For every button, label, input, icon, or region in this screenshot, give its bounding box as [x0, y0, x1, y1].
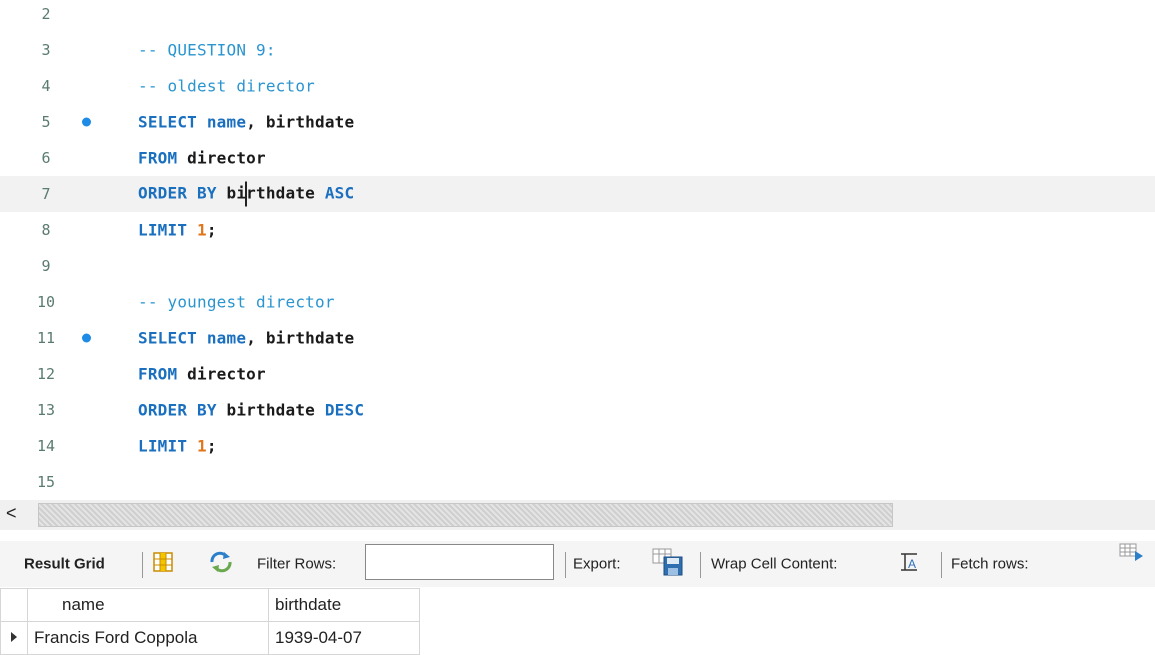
- code-line[interactable]: 5 SELECT name, birthdate: [0, 104, 1155, 140]
- code-token: ;: [206, 436, 217, 456]
- code-token: name: [206, 112, 247, 132]
- line-number: 13: [36, 401, 56, 419]
- line-number: 8: [41, 221, 51, 239]
- toolbar-separator: [565, 552, 566, 578]
- sql-editor[interactable]: 2 3 -- QUESTION 9: 4 -- oldest director 5 SELE…: [0, 0, 1155, 497]
- code-token: 1: [197, 220, 207, 240]
- code-line[interactable]: 9: [0, 248, 1155, 284]
- code-text: ORDER BY birthdate DESC: [138, 401, 364, 420]
- code-text: SELECT name, birthdate: [138, 113, 354, 132]
- line-number: 12: [36, 365, 56, 383]
- grid-layout-icon[interactable]: [152, 551, 174, 577]
- code-text: LIMIT 1;: [138, 221, 217, 240]
- code-token: director: [187, 364, 266, 384]
- export-label: Export:: [573, 555, 621, 573]
- toolbar-separator: [941, 552, 942, 578]
- line-number: 6: [41, 149, 51, 167]
- line-number: 5: [41, 113, 51, 131]
- result-grid: name birthdate Francis Ford Coppola 1939…: [0, 588, 420, 655]
- code-line[interactable]: 3 -- QUESTION 9:: [0, 32, 1155, 68]
- line-number: 3: [41, 41, 51, 59]
- code-text: LIMIT 1;: [138, 437, 217, 456]
- code-token: -- QUESTION 9:: [138, 40, 276, 60]
- line-number: 11: [36, 329, 56, 347]
- line-number: 2: [41, 5, 51, 23]
- refresh-icon[interactable]: [208, 551, 234, 577]
- scroll-thumb[interactable]: [38, 503, 893, 527]
- wrap-cell-icon[interactable]: A: [898, 551, 920, 577]
- statement-marker-icon: [82, 333, 91, 343]
- code-token: SELECT: [138, 112, 207, 132]
- code-token: birthdate: [226, 400, 325, 420]
- code-text: SELECT name, birthdate: [138, 329, 354, 348]
- table-row[interactable]: Francis Ford Coppola 1939-04-07: [0, 621, 420, 655]
- toolbar-separator: [142, 552, 143, 578]
- code-token: ORDER BY: [138, 183, 227, 203]
- code-token: ;: [206, 220, 217, 240]
- code-line[interactable]: 11 SELECT name, birthdate: [0, 320, 1155, 356]
- cell-birthdate[interactable]: 1939-04-07: [268, 621, 420, 655]
- code-line[interactable]: 2: [0, 0, 1155, 32]
- column-header-birthdate[interactable]: birthdate: [268, 588, 420, 622]
- line-number: 7: [41, 185, 51, 203]
- filter-rows-input[interactable]: [365, 544, 554, 580]
- code-text: -- QUESTION 9:: [138, 41, 276, 60]
- code-text: ORDER BY birthdate ASC: [138, 181, 355, 207]
- code-line[interactable]: 10 -- youngest director: [0, 284, 1155, 320]
- code-token: 1: [197, 436, 207, 456]
- code-line[interactable]: 4 -- oldest director: [0, 68, 1155, 104]
- result-header-row: name birthdate: [0, 588, 420, 622]
- line-number: 14: [36, 437, 56, 455]
- code-line[interactable]: 8 LIMIT 1;: [0, 212, 1155, 248]
- code-token: -- oldest director: [138, 76, 315, 96]
- code-line[interactable]: 15: [0, 464, 1155, 497]
- export-icon[interactable]: [652, 548, 686, 580]
- code-token: rthdate: [246, 183, 325, 203]
- cell-name[interactable]: Francis Ford Coppola: [27, 621, 269, 655]
- code-text: -- oldest director: [138, 77, 315, 96]
- code-line[interactable]: 14 LIMIT 1;: [0, 428, 1155, 464]
- row-pointer-icon: [0, 621, 28, 655]
- code-token: FROM: [138, 148, 188, 168]
- code-text: FROM director: [138, 365, 266, 384]
- code-token: SELECT: [138, 328, 207, 348]
- result-grid-tab[interactable]: Result Grid: [24, 556, 105, 573]
- line-number: 9: [41, 257, 51, 275]
- code-text: -- youngest director: [138, 293, 335, 312]
- code-token: LIMIT: [138, 436, 197, 456]
- code-token: FROM: [138, 364, 188, 384]
- code-token: director: [187, 148, 266, 168]
- wrap-cell-label: Wrap Cell Content:: [711, 555, 838, 573]
- column-header-name[interactable]: name: [27, 588, 269, 622]
- row-marker-cell: [0, 588, 28, 622]
- line-number: 10: [36, 293, 56, 311]
- code-token: ORDER BY: [138, 400, 227, 420]
- code-token: LIMIT: [138, 220, 197, 240]
- code-token: , birthdate: [246, 328, 355, 348]
- toolbar-separator: [700, 552, 701, 578]
- scroll-left-icon[interactable]: <: [6, 503, 17, 524]
- result-toolbar: Result Grid Filter Rows: Export: Wrap Ce…: [0, 541, 1155, 587]
- code-token: ASC: [324, 183, 355, 203]
- code-token: name: [206, 328, 247, 348]
- line-number: 15: [36, 473, 56, 491]
- statement-marker-icon: [82, 117, 91, 127]
- line-number: 4: [41, 77, 51, 95]
- fetch-rows-icon[interactable]: [1119, 543, 1145, 567]
- fetch-rows-label: Fetch rows:: [951, 555, 1029, 573]
- code-line[interactable]: 13 ORDER BY birthdate DESC: [0, 392, 1155, 428]
- filter-rows-label: Filter Rows:: [257, 555, 337, 573]
- code-text: FROM director: [138, 149, 266, 168]
- code-token: bi: [226, 183, 247, 203]
- code-token: , birthdate: [246, 112, 355, 132]
- code-line[interactable]: 6 FROM director: [0, 140, 1155, 176]
- svg-text:A: A: [908, 557, 916, 571]
- code-token: -- youngest director: [138, 292, 335, 312]
- code-line[interactable]: 12 FROM director: [0, 356, 1155, 392]
- horizontal-scrollbar[interactable]: <: [0, 500, 1155, 530]
- code-token: DESC: [324, 400, 365, 420]
- code-line[interactable]: 7 ORDER BY birthdate ASC: [0, 176, 1155, 212]
